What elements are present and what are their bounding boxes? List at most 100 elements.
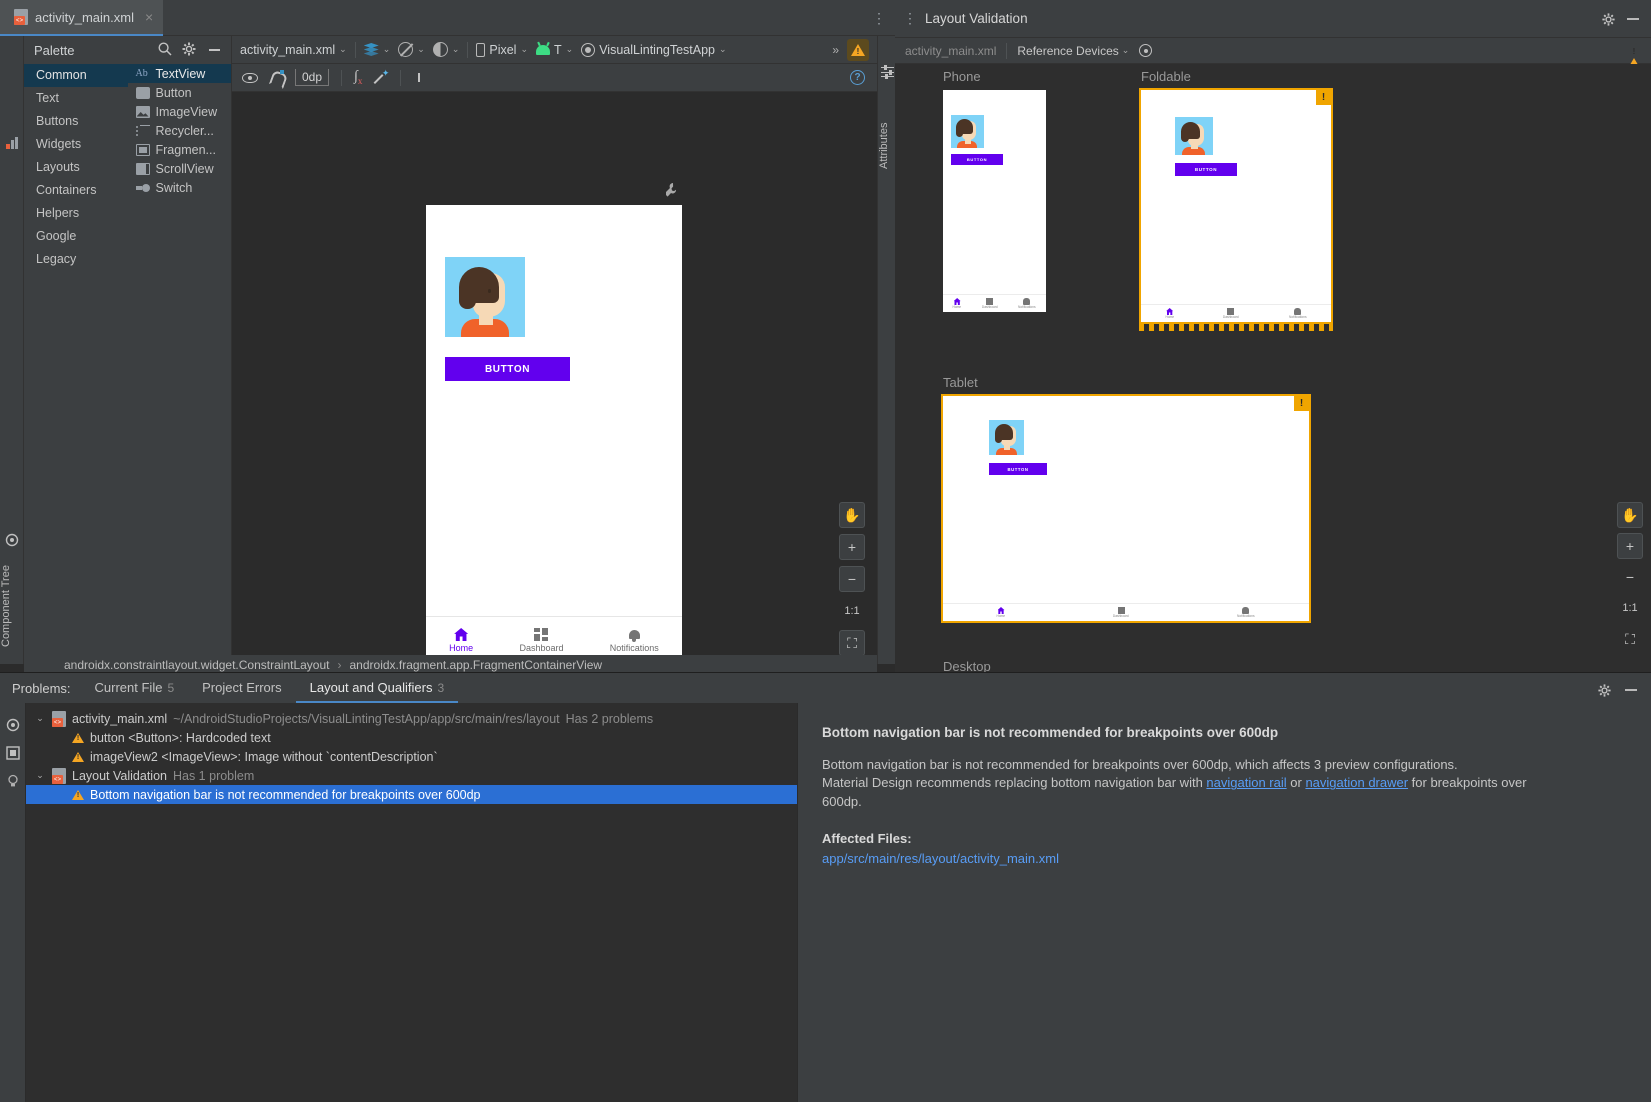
gear-icon[interactable] — [181, 41, 199, 59]
palette-widget-textview[interactable]: Ab TextView — [128, 64, 232, 83]
tree-row-problem[interactable]: button <Button>: Hardcoded text — [26, 728, 797, 747]
palette-category-legacy[interactable]: Legacy — [24, 248, 128, 271]
target-icon[interactable] — [1139, 44, 1152, 57]
lightbulb-icon[interactable] — [5, 773, 21, 789]
tab-layout-and-qualifiers[interactable]: Layout and Qualifiers 3 — [296, 680, 459, 703]
palette-widget-imageview[interactable]: ImageView — [128, 102, 232, 121]
tab-activity-main-xml[interactable]: <> activity_main.xml × — [0, 0, 163, 36]
layout-validation-previews[interactable]: Phone BUTTON Home — [895, 64, 1651, 672]
inspection-eye-icon[interactable] — [5, 717, 21, 733]
autoconnect-icon[interactable] — [270, 71, 283, 84]
zoom-in-button[interactable]: + — [1617, 533, 1643, 559]
infer-constraints-icon[interactable] — [374, 71, 388, 85]
design-button[interactable]: BUTTON — [445, 357, 570, 381]
api-selector[interactable]: T ⌄ — [536, 43, 573, 57]
tool-window-attributes[interactable]: Attributes — [878, 106, 896, 186]
avatar-imageview[interactable] — [445, 257, 525, 337]
clear-constraints-icon[interactable]: ∫x — [354, 69, 362, 86]
breadcrumb-root[interactable]: androidx.constraintlayout.widget.Constra… — [64, 658, 330, 672]
overflow-icon[interactable]: » — [832, 43, 839, 57]
nav-item-label: Notifications — [1237, 614, 1255, 618]
link-navigation-drawer[interactable]: navigation drawer — [1305, 775, 1408, 790]
more-options-icon[interactable]: ⋮ — [903, 10, 917, 27]
help-icon[interactable]: ? — [850, 70, 865, 85]
preview-screen[interactable]: BUTTON Home Dashboard Noti — [943, 90, 1046, 312]
palette-widget-recyclerview[interactable]: Recycler... — [128, 121, 232, 140]
preview-screen[interactable]: ! BUTTON Home — [1141, 90, 1331, 322]
nav-item-dashboard[interactable]: Dashboard — [519, 628, 563, 653]
baseline-align-icon[interactable] — [413, 71, 425, 84]
palette-widget-scrollview[interactable]: ScrollView — [128, 159, 232, 178]
palette-widget-button[interactable]: Button — [128, 83, 232, 102]
lv-warning-badge[interactable] — [1627, 44, 1651, 58]
preview-warning-icon[interactable]: ! — [1316, 90, 1331, 105]
device-preview-pixel[interactable]: BUTTON Home Dashboard Notifications — [426, 205, 682, 664]
preview-screen[interactable]: ! BUTTON Home — [943, 396, 1309, 621]
palette-header: Palette — [24, 36, 231, 64]
close-icon[interactable]: × — [145, 10, 153, 24]
phone-icon — [476, 43, 485, 57]
affected-file-link[interactable]: app/src/main/res/layout/activity_main.xm… — [822, 851, 1627, 866]
theme-selector[interactable]: VisualLintingTestApp ⌄ — [581, 43, 726, 57]
pan-tool-button[interactable]: ✋ — [839, 502, 865, 528]
device-selector[interactable]: Pixel ⌄ — [476, 43, 528, 57]
nav-item-home[interactable]: Home — [449, 628, 473, 653]
breadcrumb-leaf[interactable]: androidx.fragment.app.FragmentContainerV… — [350, 658, 603, 672]
tree-row-problem-selected[interactable]: Bottom navigation bar is not recommended… — [26, 785, 797, 804]
tree-row-group[interactable]: ⌄ <> Layout Validation Has 1 problem — [26, 766, 797, 785]
zoom-to-fit-button[interactable]: ⛶ — [1617, 626, 1643, 652]
attributes-sliders-icon[interactable] — [881, 66, 894, 79]
component-tree-target-icon[interactable] — [5, 533, 19, 547]
dashboard-icon — [1227, 308, 1234, 315]
tree-row-file[interactable]: ⌄ <> activity_main.xml ~/AndroidStudioPr… — [26, 709, 797, 728]
palette-category-helpers[interactable]: Helpers — [24, 202, 128, 225]
minimize-icon[interactable] — [205, 41, 223, 59]
show-constraints-icon[interactable] — [242, 73, 258, 83]
chevron-down-icon[interactable]: ⌄ — [34, 713, 46, 724]
chevron-down-icon: ⌄ — [566, 44, 574, 55]
orientation-button[interactable]: ⌄ — [433, 42, 460, 57]
tab-project-errors[interactable]: Project Errors — [188, 680, 295, 703]
wrench-icon[interactable] — [664, 182, 678, 198]
actual-size-button[interactable]: 1:1 — [839, 598, 865, 624]
design-warning-badge[interactable] — [847, 39, 869, 61]
zoom-in-button[interactable]: + — [839, 534, 865, 560]
problems-tree[interactable]: ⌄ <> activity_main.xml ~/AndroidStudioPr… — [26, 703, 797, 1102]
zoom-out-button[interactable]: − — [839, 566, 865, 592]
component-tree-icon[interactable] — [5, 136, 19, 150]
reference-devices-selector[interactable]: Reference Devices ⌄ — [1017, 44, 1129, 58]
palette-widget-fragment[interactable]: Fragmen... — [128, 140, 232, 159]
tab-current-file[interactable]: Current File 5 — [81, 680, 189, 703]
palette-category-containers[interactable]: Containers — [24, 179, 128, 202]
pan-tool-button[interactable]: ✋ — [1617, 502, 1643, 528]
zoom-to-fit-button[interactable]: ⛶ — [839, 630, 865, 656]
palette-category-layouts[interactable]: Layouts — [24, 156, 128, 179]
palette-category-common[interactable]: Common — [24, 64, 128, 87]
nav-item-notifications[interactable]: Notifications — [610, 628, 659, 653]
design-canvas[interactable]: BUTTON Home Dashboard Notifications — [232, 92, 877, 664]
link-navigation-rail[interactable]: navigation rail — [1206, 775, 1286, 790]
palette-category-buttons[interactable]: Buttons — [24, 110, 128, 133]
view-mode-button[interactable]: ⌄ — [364, 43, 391, 56]
more-options-icon[interactable]: ⋮ — [871, 9, 887, 27]
chevron-down-icon[interactable]: ⌄ — [34, 770, 46, 781]
palette-category-google[interactable]: Google — [24, 225, 128, 248]
design-file-selector[interactable]: activity_main.xml ⌄ — [240, 43, 347, 57]
minimize-icon[interactable] — [1625, 689, 1637, 691]
blueprint-toggle-button[interactable]: ⌄ — [398, 42, 425, 57]
actual-size-button[interactable]: 1:1 — [1617, 595, 1643, 621]
minimize-icon[interactable] — [1627, 18, 1639, 20]
gear-icon[interactable] — [1601, 12, 1615, 26]
preview-button-label: BUTTON — [967, 157, 987, 162]
zoom-out-button[interactable]: − — [1617, 564, 1643, 590]
tree-row-problem[interactable]: imageView2 <ImageView>: Image without `c… — [26, 747, 797, 766]
panel-layout-icon[interactable] — [5, 745, 21, 761]
default-margin-value[interactable]: 0dp — [295, 69, 329, 86]
palette-widget-switch[interactable]: Switch — [128, 178, 232, 197]
palette-category-widgets[interactable]: Widgets — [24, 133, 128, 156]
preview-warning-icon[interactable]: ! — [1294, 396, 1309, 411]
search-icon[interactable] — [157, 41, 175, 59]
gear-icon[interactable] — [1597, 683, 1611, 697]
palette-category-text[interactable]: Text — [24, 87, 128, 110]
tool-window-component-tree[interactable]: Component Tree — [0, 556, 24, 656]
